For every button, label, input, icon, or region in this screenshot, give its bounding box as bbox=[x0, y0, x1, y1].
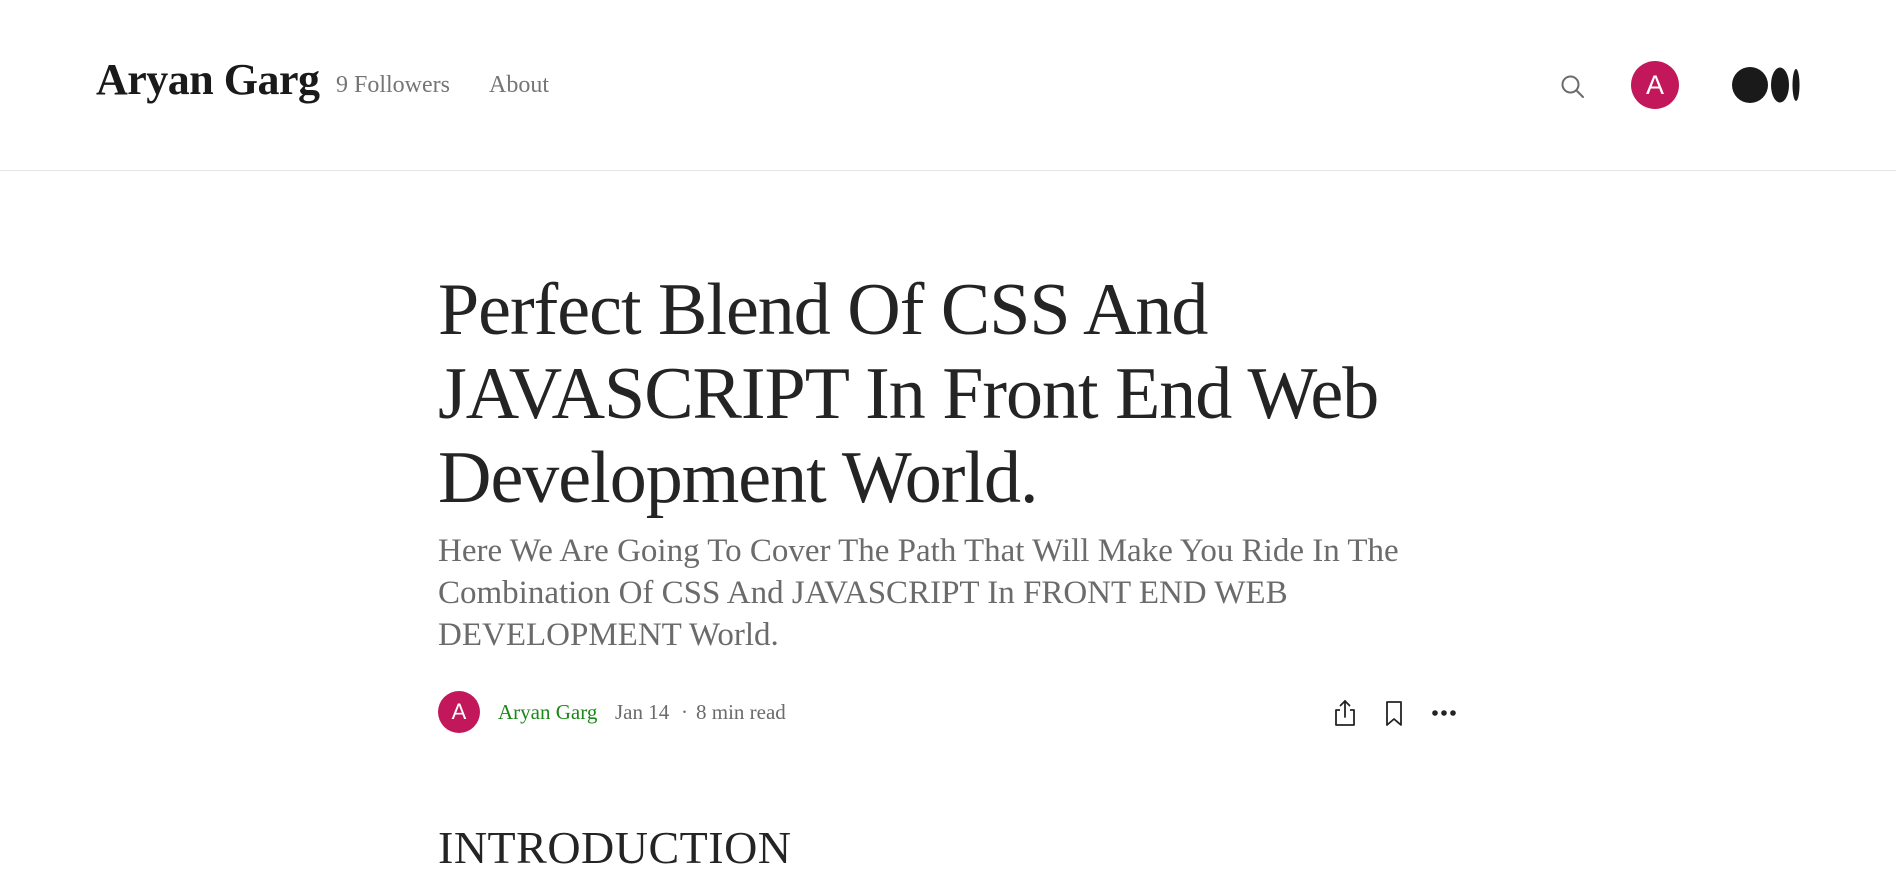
article-title: Perfect Blend Of CSS And JAVASCRIPT In F… bbox=[438, 269, 1379, 519]
author-name-link[interactable]: Aryan Garg bbox=[498, 699, 597, 725]
meta-separator: · bbox=[681, 700, 688, 724]
medium-logo-icon[interactable] bbox=[1732, 66, 1802, 106]
article-byline: A Aryan Garg Jan 14 · 8 min read bbox=[438, 691, 1458, 733]
section-heading-introduction: INTRODUCTION bbox=[438, 822, 792, 873]
read-time: 8 min read bbox=[696, 700, 786, 724]
search-icon[interactable] bbox=[1558, 72, 1588, 102]
article-subtitle: Here We Are Going To Cover The Path That… bbox=[438, 533, 1399, 653]
author-avatar[interactable]: A bbox=[438, 691, 480, 733]
publish-date: Jan 14 bbox=[615, 700, 670, 724]
user-avatar[interactable]: A bbox=[1631, 61, 1679, 109]
top-navigation-bar: Aryan Garg 9 Followers About A bbox=[0, 0, 1896, 171]
share-icon[interactable] bbox=[1329, 697, 1361, 729]
publication-brand[interactable]: Aryan Garg bbox=[96, 50, 320, 110]
more-icon[interactable] bbox=[1428, 697, 1460, 729]
followers-link[interactable]: 9 Followers bbox=[336, 70, 450, 100]
bookmark-icon[interactable] bbox=[1378, 697, 1410, 729]
about-link[interactable]: About bbox=[489, 70, 549, 100]
